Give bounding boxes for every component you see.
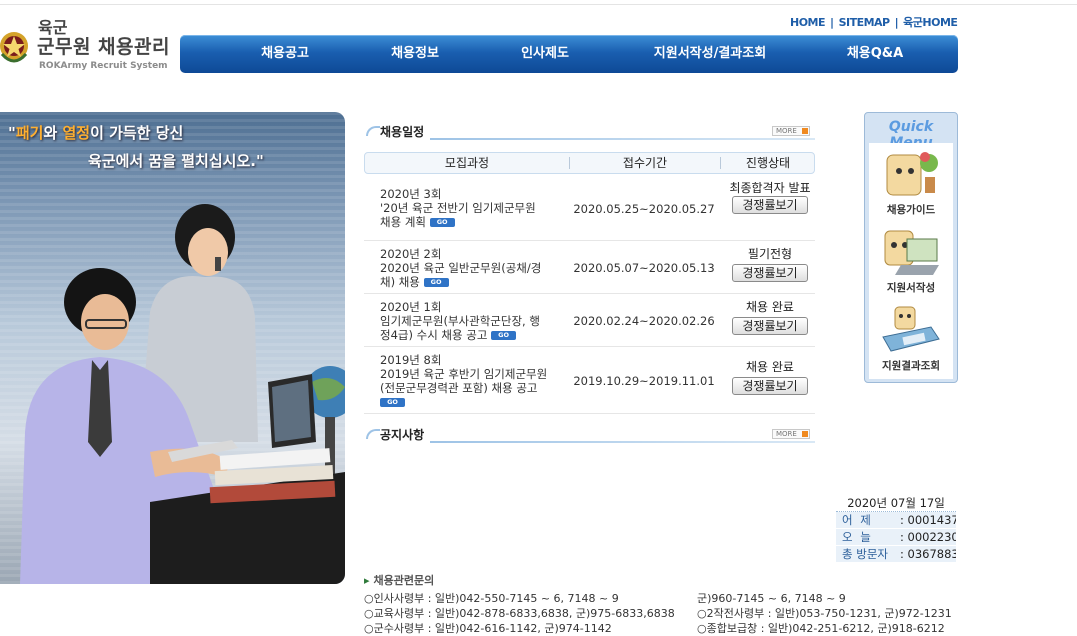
contact-line: ○인사사령부 : 일반)042-550-7145 ~ 6, 7148 ~ 9	[364, 592, 619, 605]
contact-line: ○종합보급창 : 일반)042-251-6212, 군)918-6212	[697, 622, 945, 635]
course-cell[interactable]: 2020년 2회 2020년 육군 일반군무원(공채/경 채) 채용 GO	[380, 247, 562, 289]
quick-item-apply[interactable]: 지원서작성	[869, 221, 953, 297]
section-underline	[430, 138, 815, 140]
status-cell: 필기전형 경쟁률보기	[726, 248, 814, 282]
status-cell: 채용 완료 경쟁률보기	[726, 301, 814, 335]
logo-subtitle: ROKArmy Recruit System	[39, 61, 168, 71]
contact-line: ○군수사령부 : 일반)042-616-1142, 군)974-1142	[364, 622, 612, 635]
logo-title-line1: 육군	[38, 18, 68, 37]
counter-row-total: 총 방문자: 03678830	[836, 546, 956, 563]
notice-title: 공지사항	[380, 428, 425, 442]
nav-item-hr-system[interactable]: 인사제도	[500, 35, 590, 73]
go-icon[interactable]: GO	[429, 218, 455, 227]
period-cell: 2020.05.07~2020.05.13	[573, 261, 715, 275]
schedule-more-button[interactable]: MORE	[772, 126, 810, 136]
army-emblem-icon	[0, 32, 28, 63]
period-cell: 2020.05.25~2020.05.27	[573, 202, 715, 216]
competition-rate-button[interactable]: 경쟁률보기	[732, 317, 808, 335]
sitemap-link[interactable]: SITEMAP	[839, 16, 891, 29]
course-cell[interactable]: 2020년 3회 '20년 육군 전반기 임기제군무원 채용 계획 GO	[380, 187, 562, 229]
table-row: 2019년 8회 2019년 육군 후반기 임기제군무원 (전문군무경력관 포함) …	[364, 347, 815, 414]
col-status: 진행상태	[745, 156, 791, 170]
main-navigation: 채용공고 채용정보 인사제도 지원서작성/결과조회 채용Q&A	[180, 35, 958, 73]
guide-icon	[886, 152, 938, 196]
section-underline	[430, 441, 815, 443]
status-cell: 채용 완료 경쟁률보기	[726, 361, 814, 395]
quick-menu-list: 채용가이드 지원서작성 지원결과조회	[869, 143, 953, 379]
bullet-icon: ▸	[364, 574, 370, 587]
quick-item-result[interactable]: 지원결과조회	[869, 299, 953, 375]
table-row: 2020년 1회 임기제군무원(부사관학군단장, 행 정4급) 수시 채용 공고 G…	[364, 294, 815, 347]
link-separator: |	[830, 16, 834, 29]
notice-more-button[interactable]: MORE	[772, 429, 810, 439]
competition-rate-button[interactable]: 경쟁률보기	[732, 264, 808, 282]
course-cell[interactable]: 2019년 8회 2019년 육군 후반기 임기제군무원 (전문군무경력관 포함) …	[380, 353, 562, 409]
quick-menu: Quick Menu 채용가이드 지원서작성	[864, 112, 958, 383]
quick-item-label: 채용가이드	[886, 204, 936, 216]
top-links: HOME | SITEMAP | 육군HOME	[790, 14, 958, 30]
col-course: 모집과정	[444, 156, 490, 170]
nav-item-recruit-info[interactable]: 채용정보	[370, 35, 460, 73]
home-link[interactable]: HOME	[790, 16, 826, 29]
hero-slogan-line1: "패기와 열정이 가득한 당신	[8, 124, 184, 142]
quick-item-label: 지원서작성	[886, 282, 936, 294]
status-cell: 최종합격자 발표 경쟁률보기	[729, 181, 811, 214]
col-period: 접수기간	[622, 156, 668, 170]
nav-item-recruit-notice[interactable]: 채용공고	[240, 35, 330, 73]
top-divider	[0, 4, 1077, 5]
army-home-link[interactable]: 육군HOME	[903, 16, 958, 29]
schedule-title: 채용일정	[380, 125, 425, 139]
competition-rate-button[interactable]: 경쟁률보기	[732, 377, 808, 395]
section-title-arc	[366, 126, 380, 136]
period-cell: 2019.10.29~2019.11.01	[573, 374, 715, 388]
site-logo[interactable]: 육군 군무원 채용관리 ROKArmy Recruit System	[0, 18, 170, 78]
table-row: 2020년 2회 2020년 육군 일반군무원(공채/경 채) 채용 GO 2020…	[364, 241, 815, 294]
counter-date: 2020년 07월 17일	[836, 494, 956, 512]
logo-title-line2: 군무원 채용관리	[37, 36, 170, 58]
schedule-table-header: 모집과정 접수기간 진행상태	[364, 152, 815, 174]
section-title-arc	[366, 429, 380, 439]
contact-title: ▸ 채용관련문의	[364, 574, 435, 587]
quick-item-label: 지원결과조회	[882, 360, 940, 372]
contact-line: 군)960-7145 ~ 6, 7148 ~ 9	[697, 592, 846, 605]
hero-slogan-line2: 육군에서 꿈을 펼치십시오."	[88, 152, 264, 170]
arrow-icon	[802, 431, 808, 437]
hero-banner: "패기와 열정이 가득한 당신 육군에서 꿈을 펼치십시오."	[0, 112, 345, 584]
result-lookup-icon	[882, 306, 940, 352]
go-icon[interactable]: GO	[380, 398, 405, 407]
contact-line: ○2작전사령부 : 일반)053-750-1231, 군)972-1231	[697, 607, 952, 620]
visitor-counter: 2020년 07월 17일 어 제: 0001437 오 늘: 0002230 …	[836, 494, 956, 564]
course-cell[interactable]: 2020년 1회 임기제군무원(부사관학군단장, 행 정4급) 수시 채용 공고 G…	[380, 300, 562, 342]
competition-rate-button[interactable]: 경쟁률보기	[732, 196, 808, 214]
nav-item-application[interactable]: 지원서작성/결과조회	[630, 35, 790, 73]
contact-line: ○교육사령부 : 일반)042-878-6833,6838, 군)975-683…	[364, 607, 675, 620]
application-form-icon	[884, 230, 939, 275]
counter-row-today: 오 늘: 0002230	[836, 529, 956, 546]
go-icon[interactable]: GO	[423, 278, 449, 287]
link-separator: |	[894, 16, 899, 29]
quick-item-guide[interactable]: 채용가이드	[869, 143, 953, 219]
period-cell: 2020.02.24~2020.02.26	[573, 314, 715, 328]
arrow-icon	[802, 128, 808, 134]
table-row: 2020년 3회 '20년 육군 전반기 임기제군무원 채용 계획 GO 2020.…	[364, 178, 815, 241]
counter-row-yesterday: 어 제: 0001437	[836, 512, 956, 529]
go-icon[interactable]: GO	[491, 331, 517, 340]
nav-item-qna[interactable]: 채용Q&A	[830, 35, 920, 73]
hero-office-illustration	[20, 204, 345, 584]
